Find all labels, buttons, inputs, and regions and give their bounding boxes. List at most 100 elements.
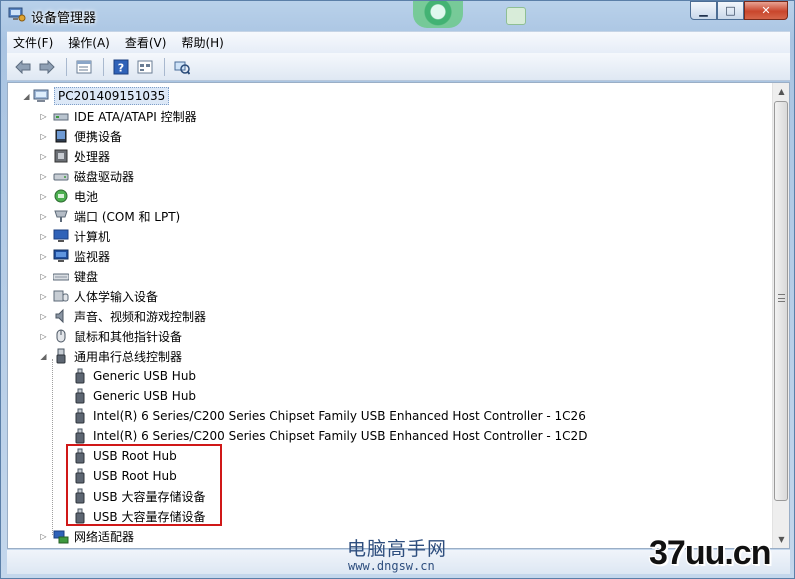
watermark-site-name: 电脑高手网	[347, 538, 448, 560]
expand-icon[interactable]: ▷	[39, 252, 48, 261]
tree-item-label: 便携设备	[74, 129, 123, 144]
scan-hardware-button[interactable]	[171, 57, 193, 77]
menu-view[interactable]: 查看(V)	[125, 34, 167, 51]
caption-buttons: ▁ □ ✕	[690, 1, 788, 21]
tree-item-label: IDE ATA/ATAPI 控制器	[74, 109, 197, 124]
computer-root-icon	[33, 89, 49, 102]
properties-icon	[76, 60, 92, 73]
help-button[interactable]: ?	[110, 57, 132, 77]
scroll-down-arrow-icon[interactable]: ▼	[773, 531, 790, 548]
background-app-icon	[413, 1, 463, 28]
tree-item-sound[interactable]: 声音、视频和游戏控制器	[53, 306, 206, 326]
minimize-button[interactable]: ▁	[690, 1, 717, 20]
tree-item-label: 键盘	[74, 269, 99, 284]
expand-icon[interactable]: ▷	[39, 232, 48, 241]
maximize-button[interactable]: □	[717, 1, 744, 20]
device-manager-window: 设备管理器 ▁ □ ✕ 文件(F) 操作(A) 查看(V) 帮助(H) ? ◢ …	[0, 0, 795, 579]
usb-connector-icon	[75, 428, 85, 444]
usb-connector-icon	[75, 388, 85, 404]
tree-item-label: 磁盘驱动器	[74, 169, 135, 184]
watermark-site-url: www.dngsw.cn	[348, 559, 435, 573]
title-bar[interactable]: 设备管理器 ▁ □ ✕	[1, 1, 794, 29]
tree-item-ide[interactable]: IDE ATA/ATAPI 控制器	[53, 106, 197, 126]
tree-item-computer[interactable]: 计算机	[53, 226, 110, 246]
collapse-icon[interactable]: ◢	[39, 352, 48, 361]
toolbar-separator	[103, 57, 104, 76]
usb-device-generic-hub-1[interactable]: Generic USB Hub	[72, 366, 196, 386]
portable-device-icon	[55, 129, 67, 143]
usb-device-generic-hub-2[interactable]: Generic USB Hub	[72, 386, 196, 406]
tree-item-usb[interactable]: 通用串行总线控制器	[53, 346, 182, 366]
tree-item-network[interactable]: 网络适配器	[53, 526, 134, 546]
window-title: 设备管理器	[31, 11, 97, 26]
tree-item-monitor[interactable]: 监视器	[53, 246, 110, 266]
usb-device-intel-1c26[interactable]: Intel(R) 6 Series/C200 Series Chipset Fa…	[72, 406, 586, 426]
usb-icon	[56, 348, 66, 364]
tree-item-label: 网络适配器	[74, 529, 135, 544]
tree-item-mouse[interactable]: 鼠标和其他指针设备	[53, 326, 182, 346]
expand-icon[interactable]: ▷	[39, 112, 48, 121]
expand-icon[interactable]: ▷	[39, 152, 48, 161]
scroll-grip-icon	[778, 294, 785, 302]
close-button[interactable]: ✕	[744, 1, 788, 20]
expand-icon[interactable]: ▷	[39, 212, 48, 221]
keyboard-icon	[53, 273, 69, 281]
expand-icon[interactable]: ▷	[39, 292, 48, 301]
tree-item-label: 通用串行总线控制器	[74, 349, 183, 364]
view-icon	[137, 60, 153, 73]
tree-item-portable[interactable]: 便携设备	[53, 126, 122, 146]
usb-device-intel-1c2d[interactable]: Intel(R) 6 Series/C200 Series Chipset Fa…	[72, 426, 587, 446]
expand-icon[interactable]: ▷	[39, 272, 48, 281]
tree-item-battery[interactable]: 电池	[53, 186, 98, 206]
tree-item-label: 处理器	[74, 149, 111, 164]
battery-icon	[54, 189, 68, 203]
root-collapse-icon[interactable]: ◢	[22, 92, 31, 101]
toolbar-separator	[164, 57, 165, 76]
expand-icon[interactable]: ▷	[39, 332, 48, 341]
tree-item-label: 声音、视频和游戏控制器	[74, 309, 207, 324]
tree-root[interactable]: PC201409151035	[33, 86, 170, 106]
forward-arrow-icon	[39, 59, 55, 74]
toolbar: ?	[7, 53, 790, 81]
disk-drive-icon	[53, 173, 69, 181]
tree-item-ports[interactable]: 端口 (COM 和 LPT)	[53, 206, 180, 226]
highlight-box	[66, 444, 222, 526]
tree-item-hid[interactable]: 人体学输入设备	[53, 286, 158, 306]
background-tab-icon	[506, 7, 526, 25]
network-adapter-icon	[53, 530, 69, 544]
menu-action[interactable]: 操作(A)	[68, 34, 110, 51]
menu-bar: 文件(F) 操作(A) 查看(V) 帮助(H)	[7, 31, 790, 53]
tree-item-keyboard[interactable]: 键盘	[53, 266, 98, 286]
tree-item-label: 计算机	[74, 229, 111, 244]
menu-file[interactable]: 文件(F)	[13, 34, 53, 51]
expand-icon[interactable]: ▷	[39, 172, 48, 181]
device-manager-icon	[8, 7, 26, 22]
expand-icon[interactable]: ▷	[39, 532, 48, 541]
tree-item-disk[interactable]: 磁盘驱动器	[53, 166, 134, 186]
toolbar-separator	[66, 57, 67, 76]
sound-icon	[55, 308, 64, 324]
tree-item-label: 人体学输入设备	[74, 289, 159, 304]
scroll-thumb[interactable]	[774, 101, 788, 501]
expand-icon[interactable]: ▷	[39, 192, 48, 201]
view-button[interactable]	[134, 57, 156, 77]
device-tree[interactable]: ◢ PC201409151035 ▷ IDE ATA/ATAPI 控制器 ▷ 便…	[7, 82, 790, 549]
hid-icon	[53, 290, 69, 302]
vertical-scrollbar[interactable]: ▲ ▼	[772, 83, 789, 548]
usb-connector-icon	[75, 368, 85, 384]
tree-item-processor[interactable]: 处理器	[53, 146, 110, 166]
computer-icon	[53, 229, 69, 242]
tree-item-label: 监视器	[74, 249, 111, 264]
ide-controller-icon	[53, 113, 69, 121]
menu-help[interactable]: 帮助(H)	[181, 34, 223, 51]
svg-text:?: ?	[118, 61, 124, 74]
usb-connector-icon	[75, 408, 85, 424]
expand-icon[interactable]: ▷	[39, 312, 48, 321]
tree-item-label: 电池	[74, 189, 99, 204]
forward-button[interactable]	[36, 57, 58, 77]
scroll-up-arrow-icon[interactable]: ▲	[773, 83, 790, 100]
properties-button[interactable]	[73, 57, 95, 77]
expand-icon[interactable]: ▷	[39, 132, 48, 141]
port-icon	[54, 210, 68, 222]
back-button[interactable]	[12, 57, 34, 77]
